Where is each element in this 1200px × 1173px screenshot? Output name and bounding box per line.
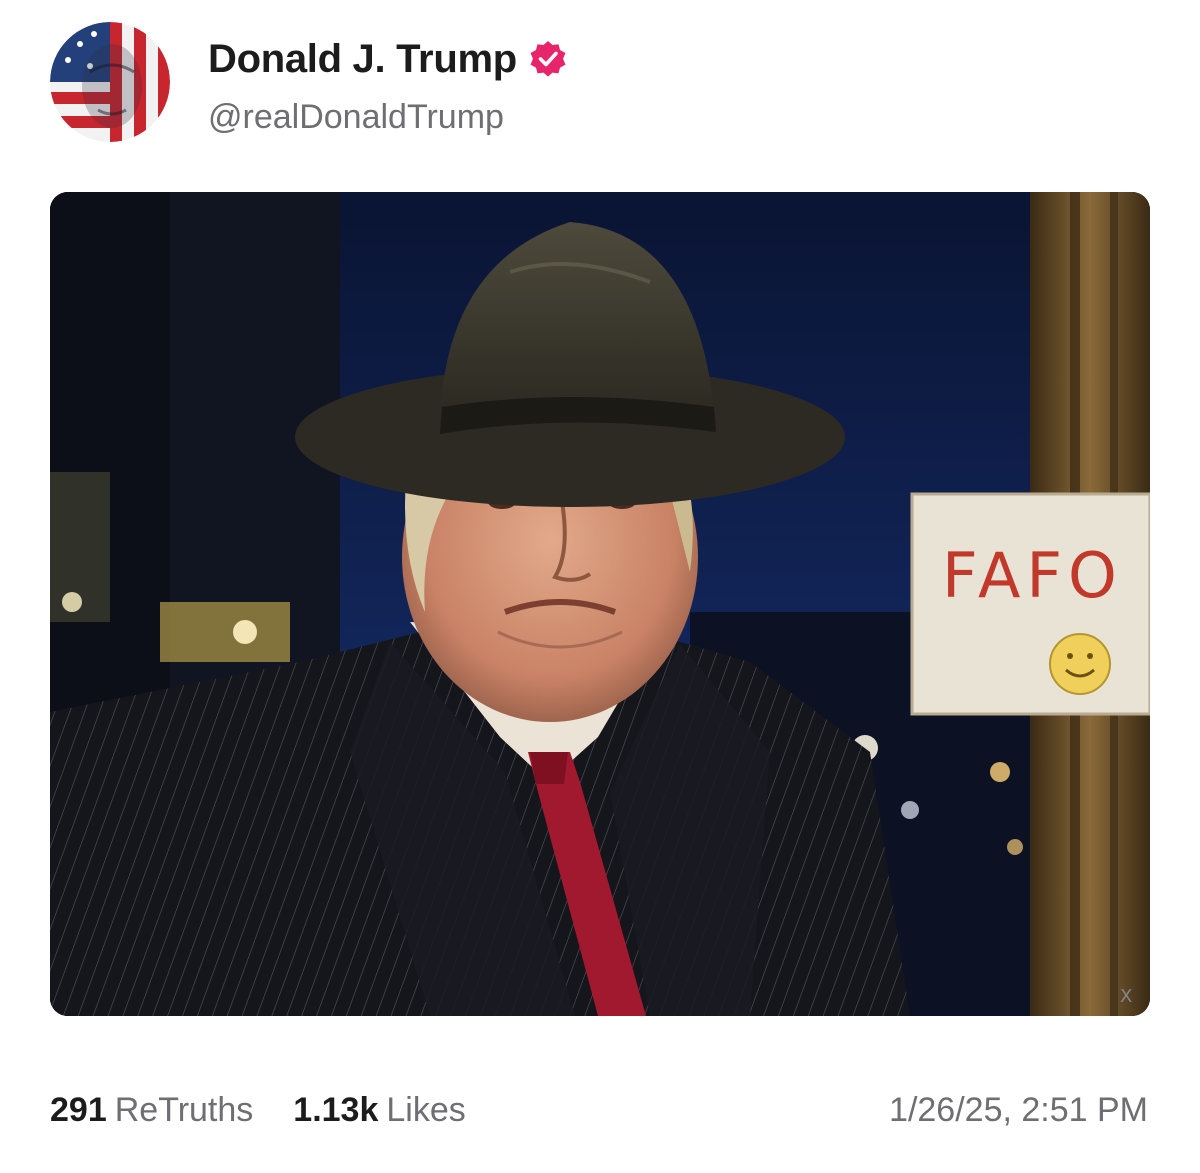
image-watermark: X — [1120, 986, 1132, 1007]
author-handle[interactable]: @realDonaldTrump — [208, 98, 567, 137]
author-display-name[interactable]: Donald J. Trump — [208, 37, 517, 82]
noir-street-portrait-image: FAFO X — [50, 192, 1150, 1016]
author-block: Donald J. Trump @realDonaldTrump — [208, 34, 567, 137]
retruths-count: 291 — [50, 1091, 107, 1129]
fafo-sign: FAFO — [910, 492, 1150, 716]
author-avatar[interactable] — [50, 22, 170, 142]
likes-count: 1.13k — [293, 1091, 379, 1129]
likes-label: Likes — [386, 1091, 466, 1129]
post-image[interactable]: FAFO X — [50, 192, 1150, 1016]
retruths-label: ReTruths — [114, 1091, 254, 1129]
post-stats: 291 ReTruths 1.13k Likes — [50, 1091, 506, 1130]
likes-stat[interactable]: 1.13k Likes — [293, 1091, 465, 1130]
flag-face-avatar-image — [50, 22, 170, 142]
author-name-row: Donald J. Trump — [208, 34, 567, 84]
retruths-stat[interactable]: 291 ReTruths — [50, 1091, 253, 1130]
verified-badge-icon — [529, 40, 567, 78]
fafo-sign-text: FAFO — [942, 539, 1123, 612]
post-timestamp: 1/26/25, 2:51 PM — [889, 1091, 1148, 1129]
